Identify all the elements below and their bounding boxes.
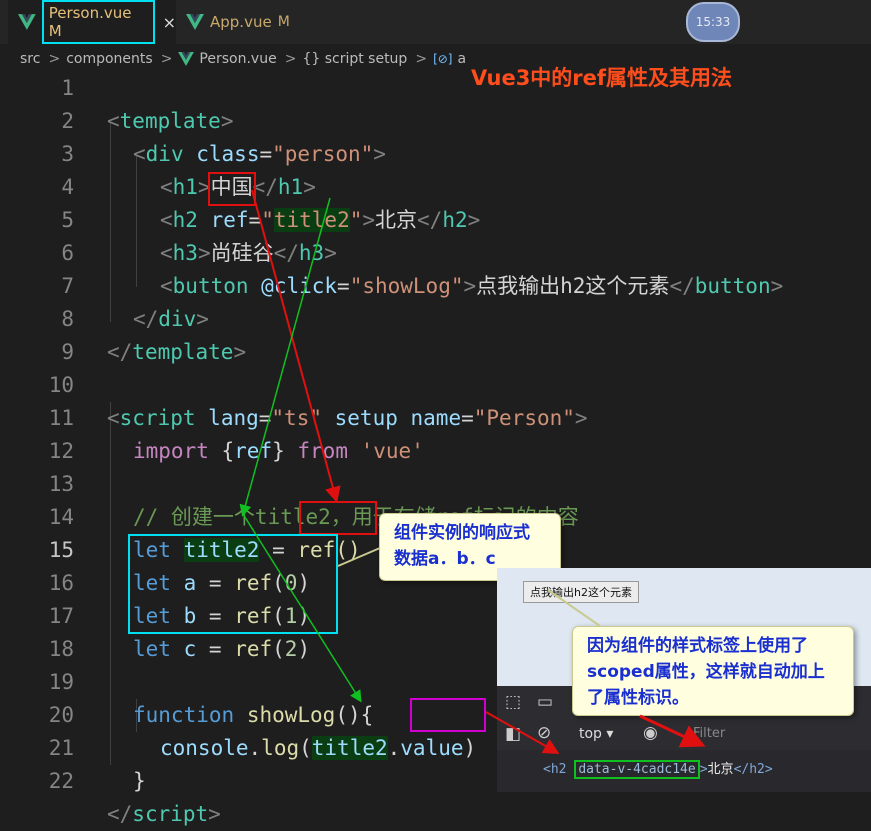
callout-pointer	[547, 589, 601, 627]
code-text: </script>	[107, 802, 221, 826]
title2-arrow	[239, 197, 331, 517]
value-arrow	[242, 513, 362, 703]
callout-arrow	[639, 714, 706, 748]
red-link	[485, 711, 560, 754]
annotation-arrows	[239, 189, 706, 754]
reactive-pointer	[337, 547, 381, 567]
ref-arrow	[251, 189, 341, 503]
